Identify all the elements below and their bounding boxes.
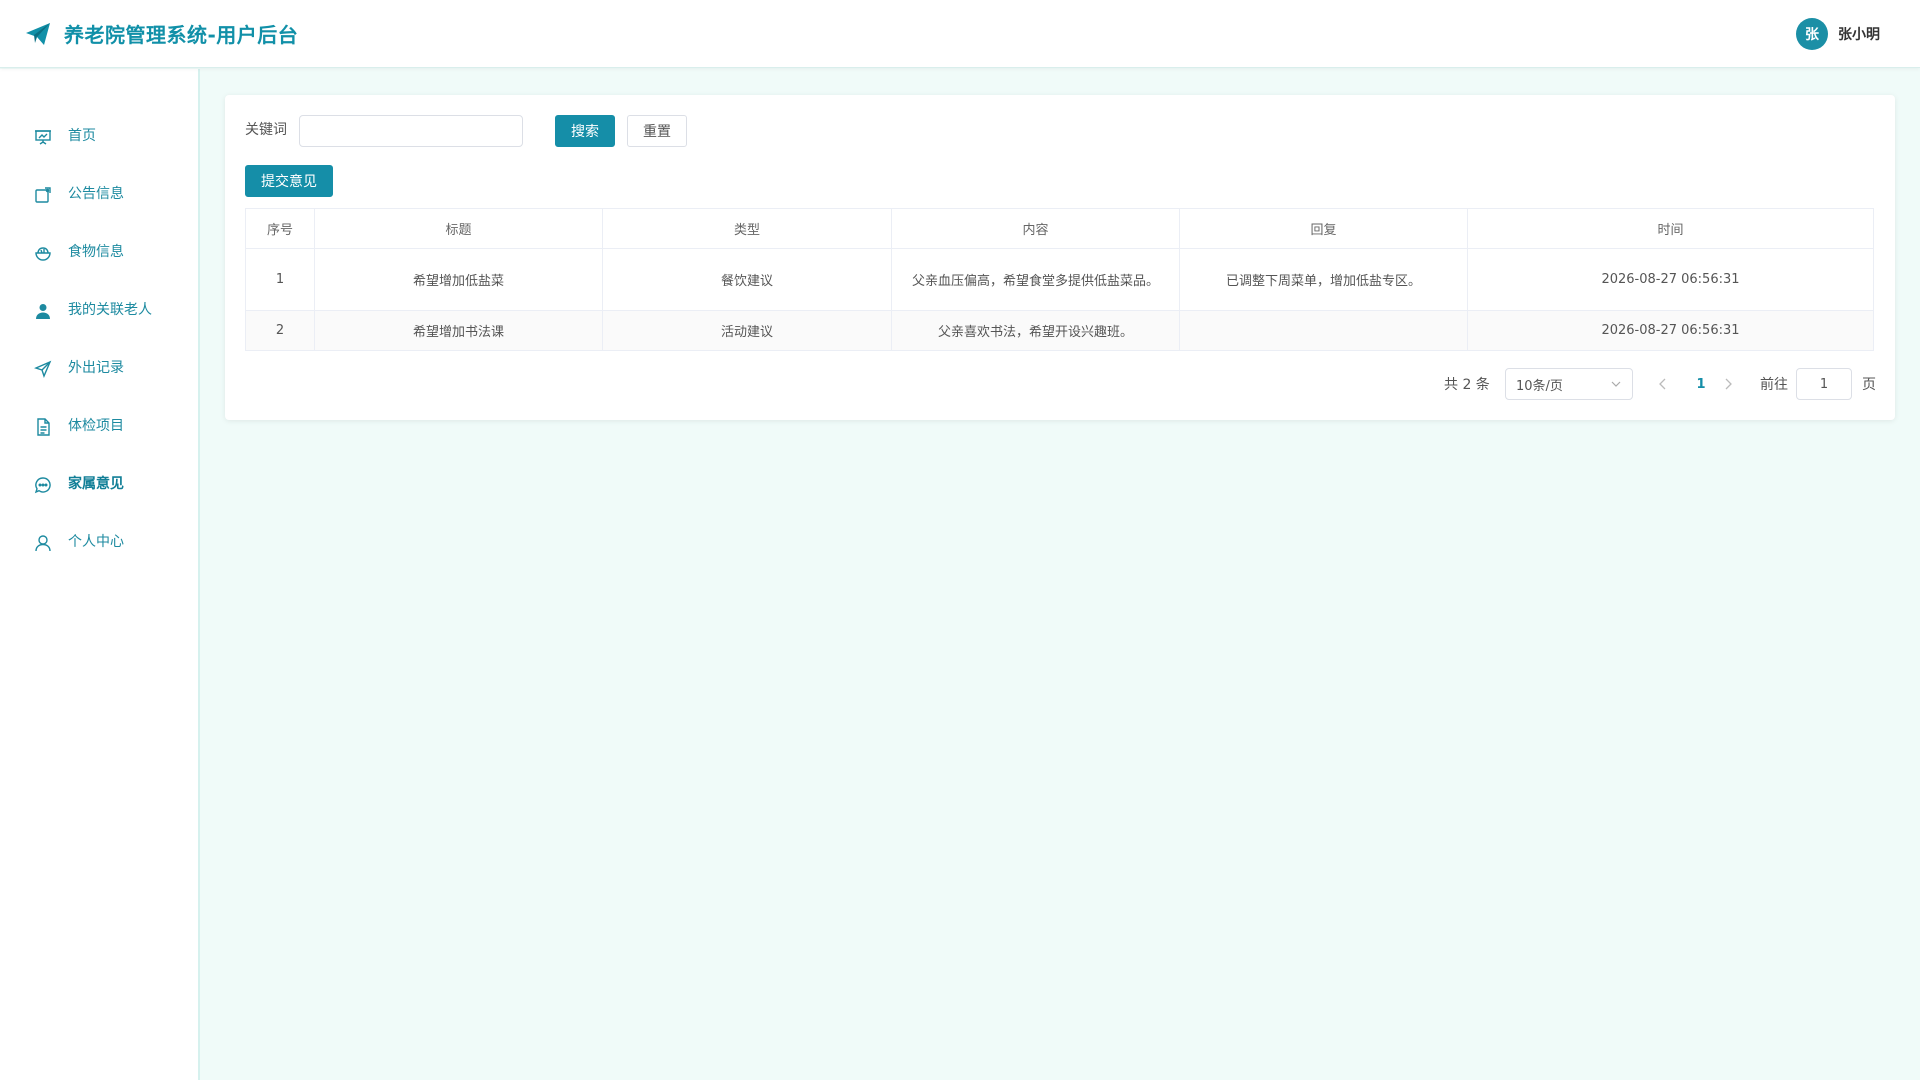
sidebar-item-profile[interactable]: 个人中心 [0, 522, 198, 562]
sidebar-item-checkup[interactable]: 体检项目 [0, 406, 198, 446]
table-cell: 父亲喜欢书法，希望开设兴趣班。 [891, 310, 1180, 351]
food-bowl-icon [35, 247, 51, 261]
send-icon [34, 360, 52, 378]
chat-bubble-icon [34, 477, 51, 494]
sidebar-item-outing[interactable]: 外出记录 [0, 348, 198, 388]
goto-page-input[interactable] [1796, 368, 1852, 400]
page-size-select[interactable]: 10条/页 [1505, 368, 1633, 400]
keyword-input[interactable] [299, 115, 523, 147]
sidebar-item-label: 公告信息 [68, 186, 124, 202]
pagination-total: 共 2 条 [1444, 377, 1490, 393]
sidebar-item-label: 个人中心 [68, 534, 124, 550]
next-page-icon[interactable] [1720, 376, 1736, 392]
column-header: 回复 [1179, 208, 1468, 249]
page-number-current[interactable]: 1 [1686, 370, 1716, 398]
column-header: 内容 [891, 208, 1180, 249]
page-suffix: 页 [1862, 377, 1876, 393]
table-cell: 2026-08-27 06:56:31 [1467, 248, 1874, 311]
submit-feedback-button[interactable]: 提交意见 [245, 165, 333, 197]
table-cell: 父亲血压偏高，希望食堂多提供低盐菜品。 [891, 248, 1180, 311]
sidebar-item-label: 体检项目 [68, 418, 124, 434]
notice-icon [35, 187, 51, 203]
table-cell: 2026-08-27 06:56:31 [1467, 310, 1874, 351]
sidebar-item-label: 食物信息 [68, 244, 124, 260]
user-outline-icon [35, 535, 51, 552]
feedback-table: 序号 标题 类型 内容 回复 时间 1 希望增加低盐菜 餐饮建议 父亲血压偏高，… [245, 208, 1874, 351]
table-cell: 2 [245, 310, 315, 351]
table-row[interactable]: 2 希望增加书法课 活动建议 父亲喜欢书法，希望开设兴趣班。 2026-08-2… [245, 310, 1874, 351]
table-cell: 希望增加低盐菜 [314, 248, 603, 311]
keyword-label: 关键词 [245, 122, 287, 138]
document-icon [37, 418, 50, 436]
sidebar-item-my-elders[interactable]: 我的关联老人 [0, 290, 198, 330]
table-cell: 希望增加书法课 [314, 310, 603, 351]
column-header: 时间 [1467, 208, 1874, 249]
table-cell: 活动建议 [602, 310, 892, 351]
sidebar-item-label: 家属意见 [68, 476, 124, 492]
page-size-value: 10条/页 [1516, 378, 1563, 394]
sidebar-item-home[interactable]: 首页 [0, 116, 198, 156]
sidebar-item-label: 首页 [68, 128, 96, 144]
table-cell: 已调整下周菜单，增加低盐专区。 [1179, 248, 1468, 311]
table-cell: 1 [245, 248, 315, 311]
prev-page-icon[interactable] [1655, 376, 1671, 392]
user-name[interactable]: 张小明 [1838, 24, 1880, 44]
sidebar-item-feedback[interactable]: 家属意见 [0, 464, 198, 504]
sidebar-item-food[interactable]: 食物信息 [0, 232, 198, 272]
presentation-icon [35, 130, 51, 145]
app-title: 养老院管理系统-用户后台 [64, 23, 299, 47]
goto-label: 前往 [1760, 377, 1788, 393]
column-header: 序号 [245, 208, 315, 249]
chevron-down-icon [1611, 381, 1621, 387]
search-button[interactable]: 搜索 [555, 115, 615, 147]
top-header: 养老院管理系统-用户后台 张 张小明 [0, 0, 1920, 68]
table-cell: 餐饮建议 [602, 248, 892, 311]
column-header: 标题 [314, 208, 603, 249]
avatar[interactable]: 张 [1796, 18, 1828, 50]
paper-plane-icon [26, 23, 50, 45]
user-filled-icon [36, 304, 50, 319]
table-cell [1179, 310, 1468, 351]
sidebar-item-label: 外出记录 [68, 360, 124, 376]
sidebar-item-label: 我的关联老人 [68, 302, 152, 318]
user-menu[interactable]: 张 张小明 [1796, 18, 1880, 50]
sidebar: 首页 公告信息 食物信息 我的关联老人 外出记录 体检项目 家属意见 个人中心 [0, 69, 200, 1080]
reset-button[interactable]: 重置 [627, 115, 687, 147]
sidebar-item-notice[interactable]: 公告信息 [0, 174, 198, 214]
table-header-row: 序号 标题 类型 内容 回复 时间 [245, 208, 1874, 249]
feedback-panel: 关键词 搜索 重置 提交意见 序号 标题 类型 内容 回复 时间 1 希望增加低… [225, 95, 1895, 420]
column-header: 类型 [602, 208, 892, 249]
table-row[interactable]: 1 希望增加低盐菜 餐饮建议 父亲血压偏高，希望食堂多提供低盐菜品。 已调整下周… [245, 248, 1874, 311]
